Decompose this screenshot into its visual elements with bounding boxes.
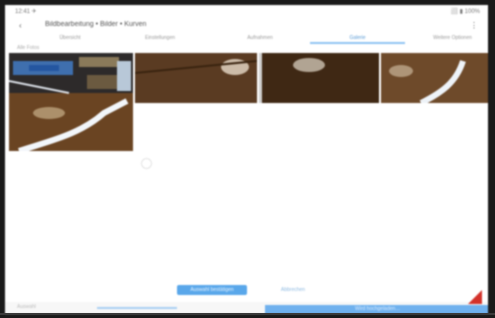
back-icon[interactable]: ‹ <box>19 21 22 30</box>
photo-thumbnail[interactable] <box>259 53 379 103</box>
tablet-screen: 12:41 ✈ ⬜ ▮ 100% ‹ Bildbearbeitung • Bil… <box>5 5 488 314</box>
more-vertical-icon[interactable]: ⋮ <box>470 21 478 30</box>
device-frame-edge <box>0 313 495 315</box>
tab-settings[interactable]: Einstellungen <box>125 32 195 44</box>
action-bar: Auswahl bestätigen Abbrechen <box>5 285 488 297</box>
statusbar-battery: ⬜ ▮ 100% <box>450 9 480 15</box>
photo-3-image <box>259 53 379 103</box>
page-title: Bildbearbeitung • Bilder • Kurven <box>45 21 147 28</box>
photo-thumbnail[interactable] <box>135 53 257 103</box>
photo-4-image <box>381 53 488 103</box>
tab-overview[interactable]: Übersicht <box>35 32 105 44</box>
corner-flag-icon <box>468 290 482 304</box>
photo-2-image <box>135 53 257 103</box>
photo-gallery <box>5 53 488 169</box>
tab-more-options[interactable]: Weitere Optionen <box>420 32 485 44</box>
statusbar-time: 12:41 ✈ <box>15 9 37 15</box>
upload-progress-label: Wird hochgeladen… <box>355 306 401 312</box>
bottom-link-indicator[interactable] <box>97 302 177 309</box>
tab-captures[interactable]: Aufnahmen <box>220 32 300 44</box>
photo-thumbnail[interactable] <box>381 53 488 103</box>
bottom-left-label: Auswahl <box>17 304 36 310</box>
photo-1-image <box>9 53 133 151</box>
tab-bar: Übersicht Einstellungen Aufnahmen Galeri… <box>5 32 488 44</box>
photo-thumbnail[interactable] <box>9 53 133 151</box>
tab-gallery[interactable]: Galerie <box>310 32 405 44</box>
section-subtitle: Alle Fotos <box>17 45 40 51</box>
confirm-selection-button[interactable]: Auswahl bestätigen <box>177 285 247 295</box>
empty-content-area <box>5 165 488 277</box>
cancel-button[interactable]: Abbrechen <box>277 285 309 295</box>
